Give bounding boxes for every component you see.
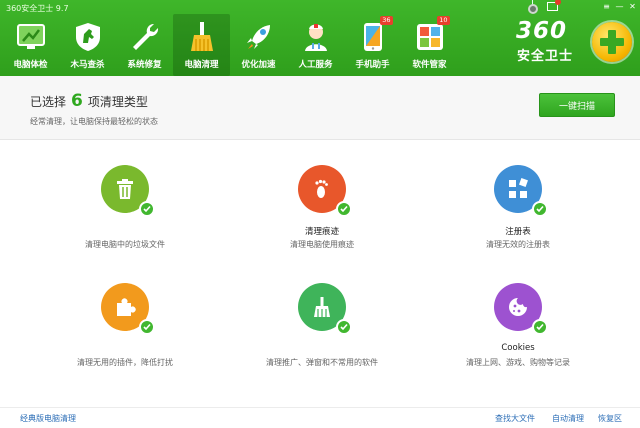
nav-item-software-manager[interactable]: 10 软件管家 bbox=[401, 14, 458, 76]
nav-item-phone-assistant[interactable]: 36 手机助手 bbox=[344, 14, 401, 76]
puzzle-icon bbox=[101, 283, 155, 335]
phone-icon: 36 bbox=[356, 16, 393, 54]
trash-icon bbox=[101, 165, 155, 217]
checked-icon[interactable] bbox=[532, 201, 548, 217]
summary-suffix: 项清理类型 bbox=[87, 95, 148, 109]
nav-item-human-service[interactable]: 人工服务 bbox=[287, 14, 344, 76]
item-desc: 清理无用的插件，降低打扰 bbox=[77, 358, 173, 367]
software-box-icon: 10 bbox=[413, 16, 450, 54]
top-bar: 360安全卫士 9.7 ≡ — ✕ 电脑体检 木马查杀 系统修复 电脑清理 优化… bbox=[0, 0, 640, 76]
checked-icon[interactable] bbox=[139, 319, 155, 335]
clean-item-traces[interactable]: 清理痕迹 清理电脑使用痕迹 bbox=[222, 165, 422, 285]
selected-count: 6 bbox=[71, 91, 83, 111]
nav-item-pc-check[interactable]: 电脑体检 bbox=[2, 14, 59, 76]
brand-number: 360 bbox=[516, 18, 568, 44]
minimize-icon[interactable]: — bbox=[614, 1, 625, 12]
item-desc: 清理推广、弹窗和不常用的软件 bbox=[266, 358, 378, 367]
auto-clean-link[interactable]: 自动清理 bbox=[552, 413, 584, 424]
header-subtitle: 经常清理，让电脑保持最轻松的状态 bbox=[30, 117, 158, 126]
nav-item-trojan-scan[interactable]: 木马查杀 bbox=[59, 14, 116, 76]
app-title: 360安全卫士 9.7 bbox=[6, 4, 69, 13]
nav-label: 人工服务 bbox=[298, 60, 333, 70]
nav-item-system-repair[interactable]: 系统修复 bbox=[116, 14, 173, 76]
footprint-icon bbox=[298, 165, 352, 217]
item-title: 注册表 bbox=[505, 227, 531, 237]
clean-header: 已选择 6 项清理类型 经常清理，让电脑保持最轻松的状态 一键扫描 bbox=[0, 76, 640, 140]
find-large-files-link[interactable]: 查找大文件 bbox=[495, 413, 535, 424]
cookie-icon bbox=[494, 283, 548, 335]
checked-icon[interactable] bbox=[336, 201, 352, 217]
restore-area-link[interactable]: 恢复区 bbox=[598, 413, 622, 424]
summary-prefix: 已选择 bbox=[30, 95, 67, 109]
classic-clean-link[interactable]: 经典版电脑清理 bbox=[20, 413, 76, 424]
clean-item-software[interactable]: 清理推广、弹窗和不常用的软件 bbox=[222, 283, 422, 403]
nav-label: 电脑体检 bbox=[13, 60, 48, 70]
selected-summary: 已选择 6 项清理类型 bbox=[30, 91, 148, 111]
clean-item-registry[interactable]: 注册表 清理无效的注册表 bbox=[418, 165, 618, 285]
close-icon[interactable]: ✕ bbox=[627, 1, 638, 12]
rocket-icon bbox=[242, 20, 276, 54]
brand-name: 安全卫士 bbox=[517, 49, 574, 64]
clean-item-cookies[interactable]: Cookies 清理上网、游戏、购物等记录 bbox=[418, 283, 618, 403]
checked-icon[interactable] bbox=[139, 201, 155, 217]
broom-icon bbox=[298, 283, 352, 335]
item-desc: 清理电脑中的垃圾文件 bbox=[85, 240, 165, 249]
nav-label: 电脑清理 bbox=[184, 60, 219, 70]
message-icon[interactable] bbox=[547, 0, 561, 11]
item-title: 清理痕迹 bbox=[304, 227, 339, 237]
wrench-icon bbox=[128, 20, 162, 54]
item-desc: 清理无效的注册表 bbox=[486, 240, 550, 249]
item-desc: 清理电脑使用痕迹 bbox=[290, 240, 354, 249]
checked-icon[interactable] bbox=[532, 319, 548, 335]
one-click-scan-button[interactable]: 一键扫描 bbox=[539, 93, 615, 117]
menu-icon[interactable]: ≡ bbox=[601, 1, 612, 12]
nav-item-pc-clean[interactable]: 电脑清理 bbox=[173, 14, 230, 76]
nav-label: 木马查杀 bbox=[70, 60, 105, 70]
window-controls: ≡ — ✕ bbox=[601, 1, 638, 12]
clean-item-junk[interactable]: 清理电脑中的垃圾文件 bbox=[25, 165, 225, 285]
registry-blocks-icon bbox=[494, 165, 548, 217]
clean-item-plugins[interactable]: 清理无用的插件，降低打扰 bbox=[25, 283, 225, 403]
nav-label: 手机助手 bbox=[355, 60, 390, 70]
footer-bar: 经典版电脑清理 查找大文件 自动清理 恢复区 bbox=[0, 407, 640, 428]
pc-check-icon bbox=[14, 20, 48, 54]
brand: 360 安全卫士 bbox=[514, 18, 632, 64]
horse-shield-icon bbox=[71, 20, 105, 54]
nav-label: 优化加速 bbox=[241, 60, 276, 70]
software-badge: 10 bbox=[437, 16, 450, 25]
nav-label: 软件管家 bbox=[412, 60, 447, 70]
nav-label: 系统修复 bbox=[127, 60, 162, 70]
skin-bulb-icon[interactable] bbox=[526, 0, 540, 18]
phone-badge: 36 bbox=[380, 16, 393, 25]
nav-item-speedup[interactable]: 优化加速 bbox=[230, 14, 287, 76]
brand-plus-logo-icon bbox=[592, 22, 632, 62]
broom-icon bbox=[185, 20, 219, 54]
item-desc: 清理上网、游戏、购物等记录 bbox=[466, 358, 570, 367]
item-title: Cookies bbox=[501, 343, 535, 353]
clean-type-grid: 清理电脑中的垃圾文件 清理痕迹 清理电脑使用痕迹 注册表 清理无效的注册表 清理… bbox=[0, 141, 640, 407]
main-nav: 电脑体检 木马查杀 系统修复 电脑清理 优化加速 人工服务 36 手机助手 10… bbox=[2, 14, 458, 76]
doctor-icon bbox=[299, 20, 333, 54]
checked-icon[interactable] bbox=[336, 319, 352, 335]
